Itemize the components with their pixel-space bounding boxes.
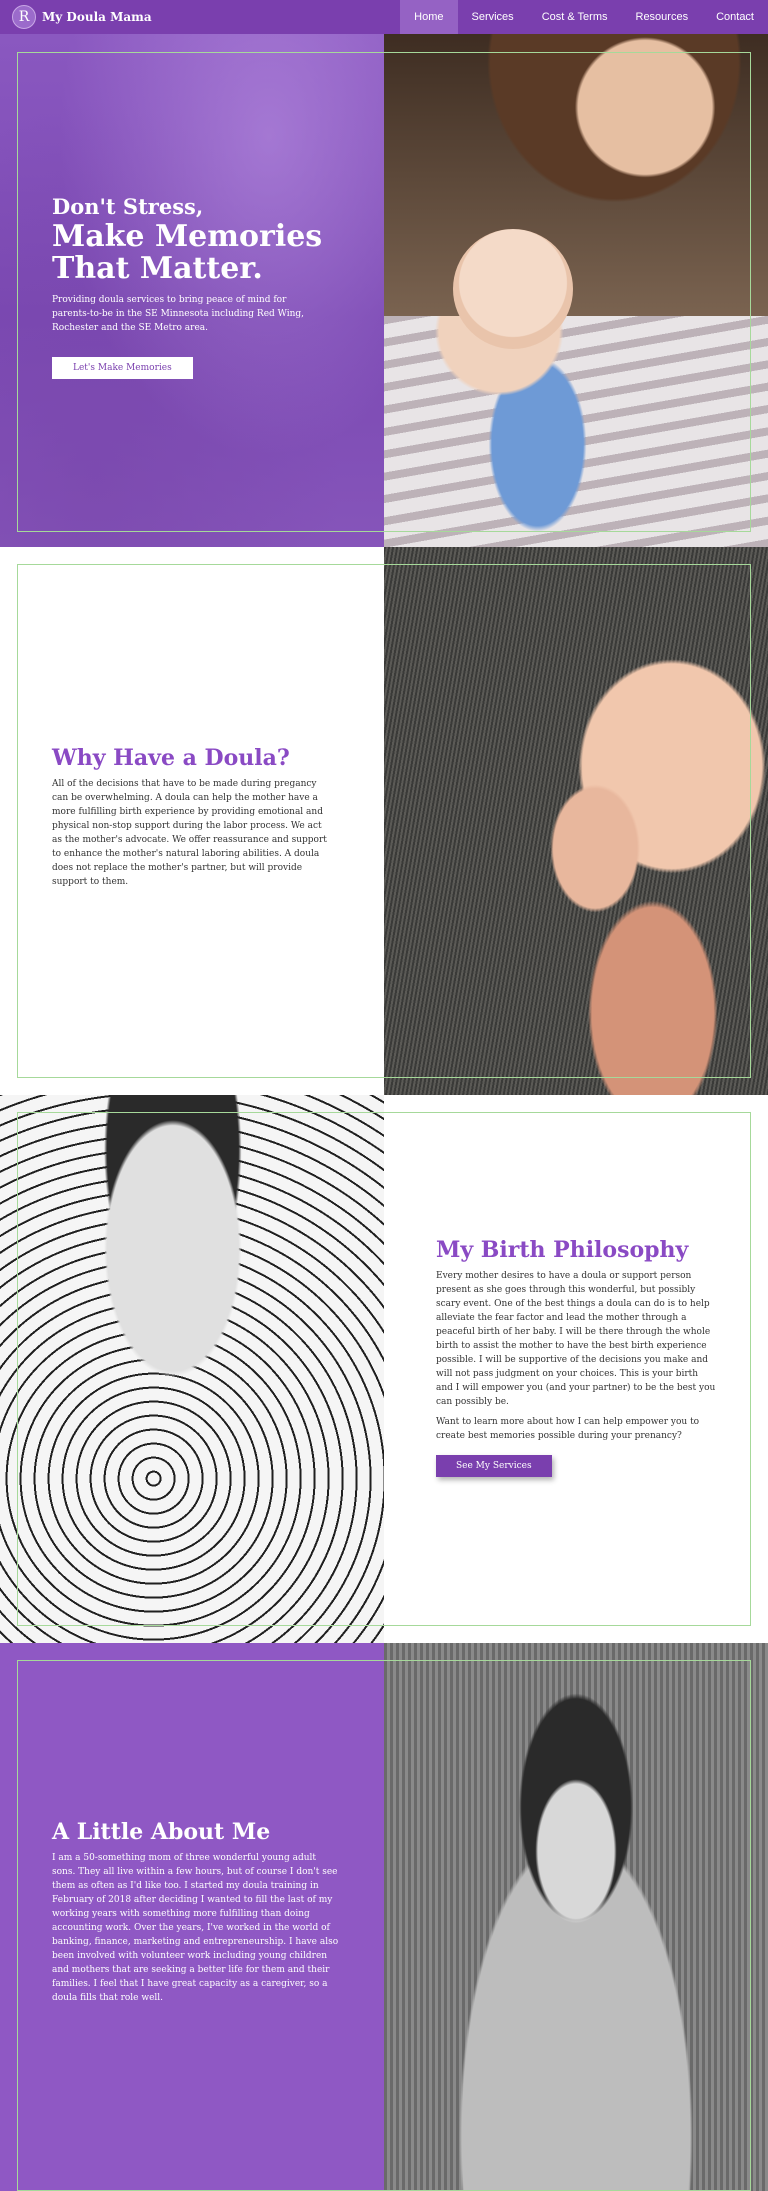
- birth-philosophy-section: My Birth Philosophy Every mother desires…: [0, 1095, 768, 1643]
- nav-item-cost-terms[interactable]: Cost & Terms: [528, 0, 622, 34]
- top-navigation: R My Doula Mama Home Services Cost & Ter…: [0, 0, 768, 34]
- brand-name: My Doula Mama: [42, 10, 152, 24]
- about-me-heading: A Little About Me: [52, 1819, 271, 1845]
- why-doula-section: Why Have a Doula? All of the decisions t…: [0, 547, 768, 1095]
- hero-description: Providing doula services to bring peace …: [52, 295, 305, 333]
- hero-subtitle: Don't Stress,: [52, 194, 204, 219]
- baby-feet-photo: [384, 547, 768, 1095]
- about-me-section: A Little About Me I am a 50-something mo…: [0, 1643, 768, 2191]
- nav-item-contact[interactable]: Contact: [702, 0, 768, 34]
- hero-photo-mother-baby: [384, 34, 768, 547]
- birth-philosophy-cta-text: Want to learn more about how I can help …: [436, 1417, 700, 1441]
- about-me-content: A Little About Me I am a 50-something mo…: [52, 1819, 342, 2005]
- why-doula-content: Why Have a Doula? All of the decisions t…: [52, 745, 332, 889]
- newborn-swaddled-photo: [0, 1095, 384, 1643]
- nav-item-home[interactable]: Home: [400, 0, 458, 34]
- hero-section: Don't Stress, Make Memories That Matter.…: [0, 34, 768, 547]
- hero-title-line1: Make Memories: [52, 219, 323, 254]
- doula-portrait-photo: [384, 1643, 768, 2191]
- about-me-body: I am a 50-something mom of three wonderf…: [52, 1853, 339, 2003]
- birth-philosophy-body: Every mother desires to have a doula or …: [436, 1271, 716, 1407]
- nav-item-services[interactable]: Services: [458, 0, 528, 34]
- birth-philosophy-heading: My Birth Philosophy: [436, 1237, 689, 1263]
- hero-title-line2: That Matter.: [52, 251, 263, 286]
- hero-content: Don't Stress, Make Memories That Matter.…: [52, 194, 342, 379]
- lets-make-memories-button[interactable]: Let's Make Memories: [52, 357, 193, 379]
- logo-icon: R: [12, 5, 36, 29]
- why-doula-body: All of the decisions that have to be mad…: [52, 779, 327, 887]
- see-my-services-button[interactable]: See My Services: [436, 1455, 552, 1477]
- main-menu: Home Services Cost & Terms Resources Con…: [400, 0, 768, 34]
- brand-logo[interactable]: R My Doula Mama: [0, 0, 152, 34]
- why-doula-heading: Why Have a Doula?: [52, 745, 290, 771]
- birth-philosophy-content: My Birth Philosophy Every mother desires…: [436, 1237, 716, 1477]
- nav-item-resources[interactable]: Resources: [622, 0, 703, 34]
